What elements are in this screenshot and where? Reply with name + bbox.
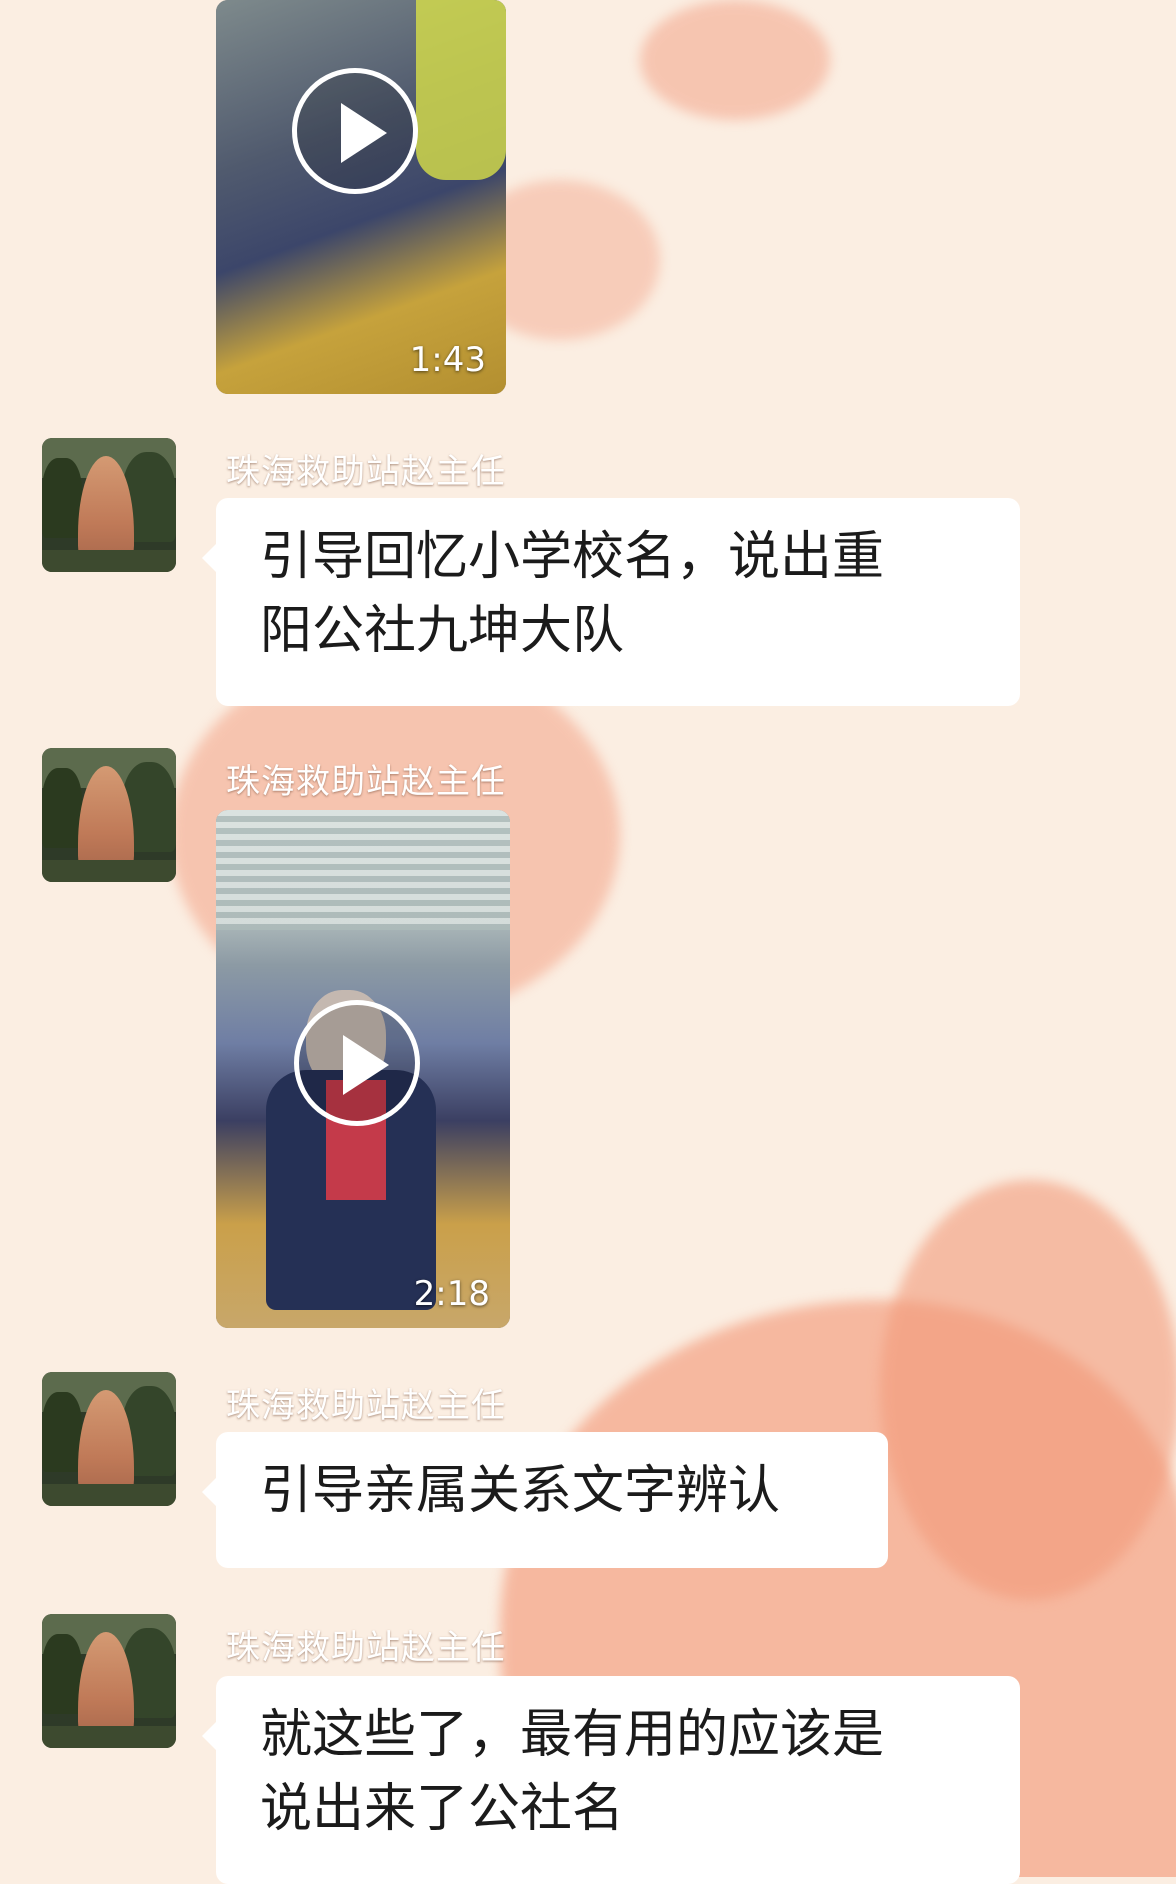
message-text-line: 引导回忆小学校名，说出重 xyxy=(260,527,885,587)
message-text-line: 阳公社九坤大队 xyxy=(260,601,625,661)
sender-name: 珠海救助站赵主任 xyxy=(226,762,506,802)
message-text-line: 就这些了，最有用的应该是 xyxy=(260,1705,885,1765)
video-message[interactable]: 1:43 xyxy=(216,0,506,394)
video-thumbnail-detail xyxy=(416,0,506,180)
avatar[interactable] xyxy=(42,748,176,882)
avatar[interactable] xyxy=(42,1372,176,1506)
message-bubble[interactable]: 引导亲属关系文字辨认 xyxy=(202,1432,888,1568)
avatar[interactable] xyxy=(42,1614,176,1748)
video-message[interactable]: 2:18 xyxy=(216,810,510,1328)
chat-message-list[interactable]: 1:43 珠海救助站赵主任 引导回忆小学校名，说出重 阳公社九坤大队 珠海救助站… xyxy=(0,0,1176,1884)
video-duration: 1:43 xyxy=(409,340,486,380)
message-bubble[interactable]: 就这些了，最有用的应该是 说出来了公社名 xyxy=(202,1676,1020,1884)
play-icon[interactable] xyxy=(292,68,418,194)
sender-name: 珠海救助站赵主任 xyxy=(226,1386,506,1426)
window-blinds xyxy=(216,810,510,930)
sender-name: 珠海救助站赵主任 xyxy=(226,452,506,492)
avatar[interactable] xyxy=(42,438,176,572)
video-duration: 2:18 xyxy=(413,1274,490,1314)
play-icon[interactable] xyxy=(294,1000,420,1126)
sender-name: 珠海救助站赵主任 xyxy=(226,1628,506,1668)
message-text-line: 说出来了公社名 xyxy=(260,1779,625,1839)
message-text-line: 引导亲属关系文字辨认 xyxy=(260,1461,781,1521)
message-bubble[interactable]: 引导回忆小学校名，说出重 阳公社九坤大队 xyxy=(202,498,1020,706)
